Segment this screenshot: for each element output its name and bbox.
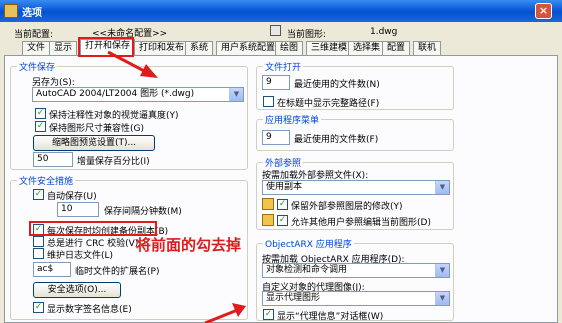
recent-files-label: 最近使用的文件数(N) bbox=[294, 80, 380, 90]
xref-demand-load-select[interactable]: 使用副本 ▼ bbox=[262, 180, 450, 195]
retain-layer-changes-label: 保留外部参照图层的修改(Y) bbox=[291, 202, 403, 212]
proxy-objects-value: 显示代理图形 bbox=[266, 293, 321, 303]
full-path-label: 在标题中显示完整路径(F) bbox=[277, 99, 380, 109]
folder-icon bbox=[262, 198, 274, 210]
proxy-dialog-label: 显示“代理信息”对话框(W) bbox=[277, 312, 384, 322]
menu-recent-files-label: 最近使用的文件数(F) bbox=[294, 135, 379, 145]
keep-drawing-size-checkbox[interactable]: ✓ bbox=[35, 121, 46, 132]
allow-edit-label: 允许其他用户参照编辑当前图形(D) bbox=[291, 218, 431, 228]
chevron-down-icon: ▼ bbox=[229, 88, 243, 101]
digital-signature-label: 显示数字签名信息(E) bbox=[47, 305, 132, 315]
save-as-value: AutoCAD 2004/LT2004 图形 (*.dwg) bbox=[36, 89, 195, 99]
log-file-checkbox[interactable] bbox=[33, 248, 44, 259]
chevron-down-icon: ▼ bbox=[435, 264, 449, 277]
tab-files[interactable]: 文件 bbox=[22, 41, 51, 55]
xref-demand-load-value: 使用副本 bbox=[266, 182, 303, 192]
proxy-objects-select[interactable]: 显示代理图形 ▼ bbox=[262, 291, 450, 306]
save-interval-label: 保存间隔分钟数(M) bbox=[104, 207, 182, 217]
temp-extension-input[interactable]: ac$ bbox=[33, 262, 71, 277]
tab-system[interactable]: 系统 bbox=[185, 41, 214, 55]
current-drawing-label: 当前图形: bbox=[287, 30, 327, 40]
autosave-checkbox[interactable]: ✓ bbox=[33, 189, 44, 200]
recent-files-input[interactable]: 9 bbox=[262, 75, 290, 90]
tab-online[interactable]: 联机 bbox=[413, 41, 442, 55]
app-icon bbox=[4, 4, 18, 18]
annotation-text: 将前面的勾去掉 bbox=[136, 236, 242, 254]
arx-demand-load-value: 对象检测和命令调用 bbox=[266, 265, 348, 275]
keep-drawing-size-label: 保持图形尺寸兼容性(G) bbox=[49, 124, 144, 134]
digital-signature-checkbox[interactable]: ✓ bbox=[33, 302, 44, 313]
autosave-label: 自动保存(U) bbox=[47, 192, 97, 202]
tab-display[interactable]: 显示 bbox=[49, 41, 78, 55]
incremental-save-input[interactable]: 50 bbox=[33, 152, 73, 167]
save-as-select[interactable]: AutoCAD 2004/LT2004 图形 (*.dwg) ▼ bbox=[32, 87, 244, 102]
menu-recent-files-input[interactable]: 9 bbox=[262, 130, 290, 145]
tab-plot-publish[interactable]: 打印和发布 bbox=[134, 41, 190, 55]
thumbnail-settings-button[interactable]: 缩略图预览设置(T)... bbox=[33, 135, 155, 151]
file-open-title: 文件打开 bbox=[263, 60, 304, 73]
folder-icon bbox=[262, 214, 274, 226]
tab-drafting[interactable]: 绘图 bbox=[275, 41, 304, 55]
proxy-dialog-checkbox[interactable]: ✓ bbox=[263, 309, 274, 320]
log-file-label: 维护日志文件(L) bbox=[47, 251, 114, 261]
tab-3d-modeling[interactable]: 三维建模 bbox=[306, 41, 353, 55]
title-bar: 选项 × bbox=[0, 0, 562, 22]
temp-extension-label: 临时文件的扩展名(P) bbox=[75, 267, 160, 277]
security-options-button[interactable]: 安全选项(O)... bbox=[33, 282, 121, 298]
objectarx-title: ObjectARX 应用程序 bbox=[263, 237, 354, 250]
incremental-save-label: 增量保存百分比(I) bbox=[77, 157, 150, 167]
chevron-down-icon: ▼ bbox=[435, 292, 449, 305]
crc-check-checkbox[interactable] bbox=[33, 236, 44, 247]
keep-visual-fidelity-checkbox[interactable]: ✓ bbox=[35, 108, 46, 119]
drawing-icon bbox=[270, 25, 281, 36]
retain-layer-changes-checkbox[interactable]: ✓ bbox=[277, 199, 288, 210]
full-path-checkbox[interactable] bbox=[263, 96, 274, 107]
arx-demand-load-select[interactable]: 对象检测和命令调用 ▼ bbox=[262, 263, 450, 278]
chevron-down-icon: ▼ bbox=[435, 181, 449, 194]
close-button[interactable]: × bbox=[535, 3, 552, 19]
current-drawing-value: 1.dwg bbox=[370, 27, 398, 37]
allow-edit-checkbox[interactable]: ✓ bbox=[277, 215, 288, 226]
file-safety-title: 文件安全措施 bbox=[17, 174, 76, 187]
tab-selection[interactable]: 选择集 bbox=[348, 41, 386, 55]
annotation-tab-highlight bbox=[78, 37, 134, 57]
window-title: 选项 bbox=[22, 8, 42, 19]
tab-profiles[interactable]: 配置 bbox=[382, 41, 411, 55]
tab-user-preferences[interactable]: 用户系统配置 bbox=[216, 41, 281, 55]
current-profile-label: 当前配置: bbox=[14, 30, 54, 40]
app-menu-title: 应用程序菜单 bbox=[263, 113, 322, 126]
save-interval-input[interactable]: 10 bbox=[57, 202, 99, 217]
file-save-title: 文件保存 bbox=[17, 60, 58, 73]
keep-visual-fidelity-label: 保持注释性对象的视觉逼真度(Y) bbox=[49, 111, 179, 121]
